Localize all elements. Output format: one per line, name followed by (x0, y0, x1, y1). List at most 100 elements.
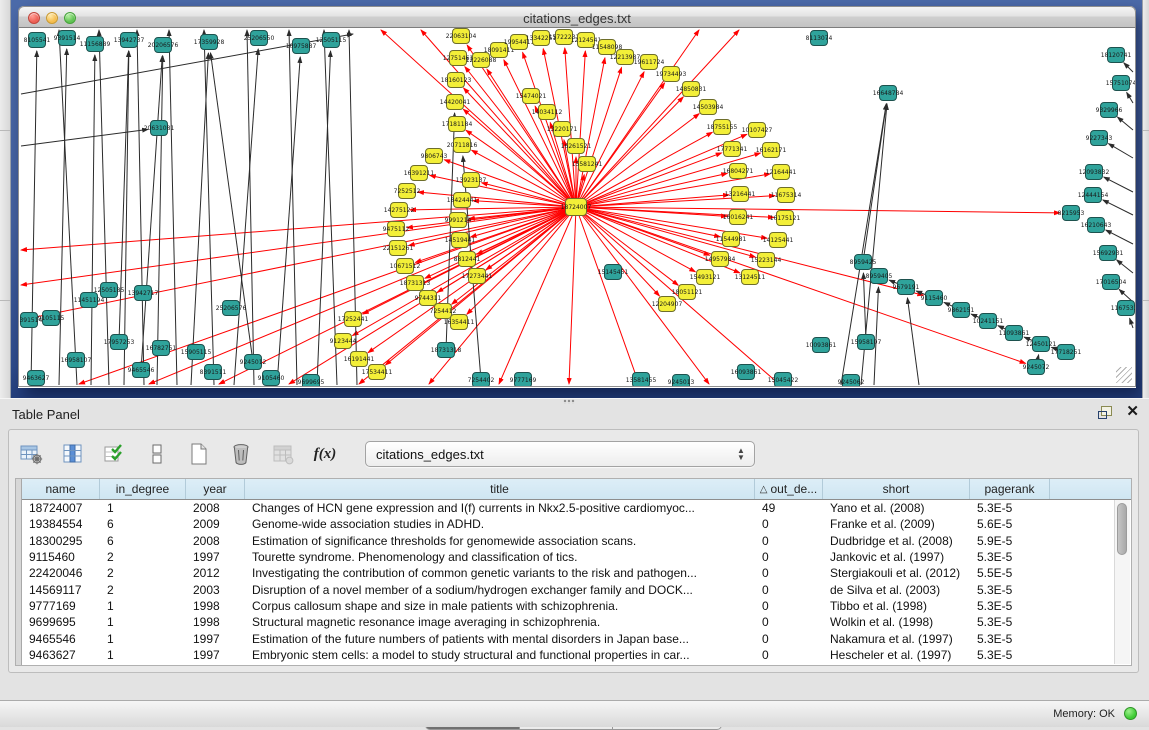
network-node[interactable]: 8105541 (24, 33, 51, 48)
table-cell[interactable]: Investigating the contribution of common… (245, 566, 755, 580)
table-cell[interactable]: 1 (100, 648, 186, 662)
table-cell[interactable]: Jankovic et al. (1997) (823, 550, 970, 564)
network-node[interactable]: 9245013 (668, 375, 695, 387)
table-cell[interactable]: 2 (100, 583, 186, 597)
table-settings-button[interactable] (15, 438, 47, 470)
network-nodes[interactable]: 1872400722063104127514611816012314420041… (19, 29, 1135, 387)
network-node[interactable]: 9806743 (421, 149, 448, 164)
network-node[interactable]: 10093861 (806, 338, 837, 353)
table-row[interactable]: 1872400712008Changes of HCN gene express… (22, 500, 1131, 516)
network-node[interactable]: 8391511 (200, 365, 227, 380)
table-cell[interactable]: 0 (755, 583, 823, 597)
table-select-combo[interactable]: citations_edges.txt ▲▼ (365, 441, 755, 467)
table-cell[interactable]: 1998 (186, 615, 245, 629)
network-node[interactable]: 8215953 (1058, 206, 1085, 221)
table-cell[interactable]: Estimation of significance thresholds fo… (245, 534, 755, 548)
network-node[interactable]: 20711816 (447, 138, 478, 153)
network-node[interactable]: 9777169 (510, 373, 537, 387)
network-node[interactable]: 22063104 (446, 29, 477, 44)
table-cell[interactable]: 5.3E-5 (970, 599, 1050, 613)
network-node[interactable]: 13581455 (626, 373, 657, 387)
table-cell[interactable]: 18300295 (22, 534, 100, 548)
table-cell[interactable]: 5.3E-5 (970, 501, 1050, 515)
table-row[interactable]: 977716911998Corpus callosum shape and si… (22, 598, 1131, 614)
table-cell[interactable]: 0 (755, 534, 823, 548)
new-table-button[interactable] (183, 438, 215, 470)
network-node[interactable]: 16648784 (873, 86, 904, 101)
table-cell[interactable]: de Silva et al. (2003) (823, 583, 970, 597)
table-cell[interactable]: 9463627 (22, 648, 100, 662)
network-node[interactable]: 15145451 (598, 265, 629, 280)
network-node[interactable]: 15045422 (768, 373, 799, 387)
table-cell[interactable]: 9115460 (22, 550, 100, 564)
network-node[interactable]: 15905115 (181, 345, 212, 360)
table-cell[interactable]: 6 (100, 534, 186, 548)
table-cell[interactable]: Dudbridge et al. (2008) (823, 534, 970, 548)
table-row[interactable]: 969969511998Structural magnetic resonanc… (22, 614, 1131, 630)
network-node[interactable]: 22151261 (383, 241, 414, 256)
table-cell[interactable]: 18724007 (22, 501, 100, 515)
table-row[interactable]: 946362711997Embryonic stem cells: a mode… (22, 647, 1131, 663)
network-node[interactable]: 16191441 (344, 352, 375, 367)
table-cell[interactable]: Tibbo et al. (1998) (823, 599, 970, 613)
table-cell[interactable]: Embryonic stem cells: a model to study s… (245, 648, 755, 662)
table-cell[interactable]: 9777169 (22, 599, 100, 613)
table-cell[interactable]: 5.3E-5 (970, 550, 1050, 564)
network-node[interactable]: 17016504 (1096, 275, 1127, 290)
table-cell[interactable]: 14569117 (22, 583, 100, 597)
network-node[interactable]: 11451194 (74, 293, 105, 308)
row-height-button[interactable] (141, 438, 173, 470)
column-header-pagerank[interactable]: pagerank (970, 479, 1050, 499)
network-node[interactable]: 25206550 (244, 31, 275, 46)
table-cell[interactable]: Wolkin et al. (1998) (823, 615, 970, 629)
network-node[interactable]: 11675334 (1111, 301, 1135, 316)
network-node[interactable]: 20631081 (144, 121, 175, 136)
network-node[interactable]: 12505115 (316, 33, 347, 48)
table-cell[interactable]: 5.9E-5 (970, 534, 1050, 548)
table-cell[interactable]: 0 (755, 517, 823, 531)
network-node[interactable]: 17181184 (442, 117, 473, 132)
table-cell[interactable]: 1 (100, 599, 186, 613)
network-node[interactable]: 9463627 (23, 371, 50, 386)
network-node[interactable]: 11675314 (771, 188, 802, 203)
table-cell[interactable]: 2008 (186, 534, 245, 548)
network-node[interactable]: 9105460 (258, 371, 285, 386)
network-node[interactable]: 16804271 (723, 164, 754, 179)
table-cell[interactable]: Changes of HCN gene expression and I(f) … (245, 501, 755, 515)
table-cell[interactable]: 1997 (186, 648, 245, 662)
table-cell[interactable]: 2003 (186, 583, 245, 597)
network-node[interactable]: 15223144 (751, 253, 782, 268)
network-node[interactable]: 8113074 (806, 31, 833, 46)
network-node[interactable]: 15751074 (1106, 76, 1135, 91)
network-node[interactable]: 18051121 (672, 285, 703, 300)
network-node[interactable]: 16016241 (723, 210, 754, 225)
network-node[interactable]: 13923137 (456, 173, 487, 188)
table-cell[interactable]: 1 (100, 615, 186, 629)
table-cell[interactable]: 9699695 (22, 615, 100, 629)
network-node[interactable]: 11156889 (80, 37, 111, 52)
table-cell[interactable]: Structural magnetic resonance image aver… (245, 615, 755, 629)
table-cell[interactable]: 0 (755, 566, 823, 580)
window-resize-grip[interactable] (1116, 367, 1132, 383)
network-node[interactable]: 13942737 (114, 33, 145, 48)
network-node[interactable]: 14275122 (384, 203, 415, 218)
column-header-name[interactable]: name (22, 479, 100, 499)
table-cell[interactable]: Estimation of the future numbers of pati… (245, 632, 755, 646)
table-cell[interactable]: Corpus callosum shape and size in male p… (245, 599, 755, 613)
table-cell[interactable]: 1997 (186, 632, 245, 646)
table-cell[interactable]: 2009 (186, 517, 245, 531)
network-node[interactable]: 18731318 (431, 343, 462, 358)
table-cell[interactable]: 5.3E-5 (970, 632, 1050, 646)
table-cell[interactable]: 0 (755, 615, 823, 629)
table-row[interactable]: 1938455462009Genome-wide association stu… (22, 516, 1131, 532)
table-row[interactable]: 1456911722003Disruption of a novel membe… (22, 581, 1131, 597)
network-node[interactable]: 15474021 (516, 89, 547, 104)
network-node[interactable]: 10975887 (286, 39, 317, 54)
network-node[interactable]: 7252512 (394, 184, 421, 199)
network-node[interactable]: 9245062 (838, 375, 865, 387)
table-cell[interactable]: 1 (100, 632, 186, 646)
network-node[interactable]: 10107427 (742, 123, 773, 138)
table-cell[interactable]: Yano et al. (2008) (823, 501, 970, 515)
network-node[interactable]: 18755155 (707, 120, 738, 135)
column-header-short[interactable]: short (823, 479, 970, 499)
